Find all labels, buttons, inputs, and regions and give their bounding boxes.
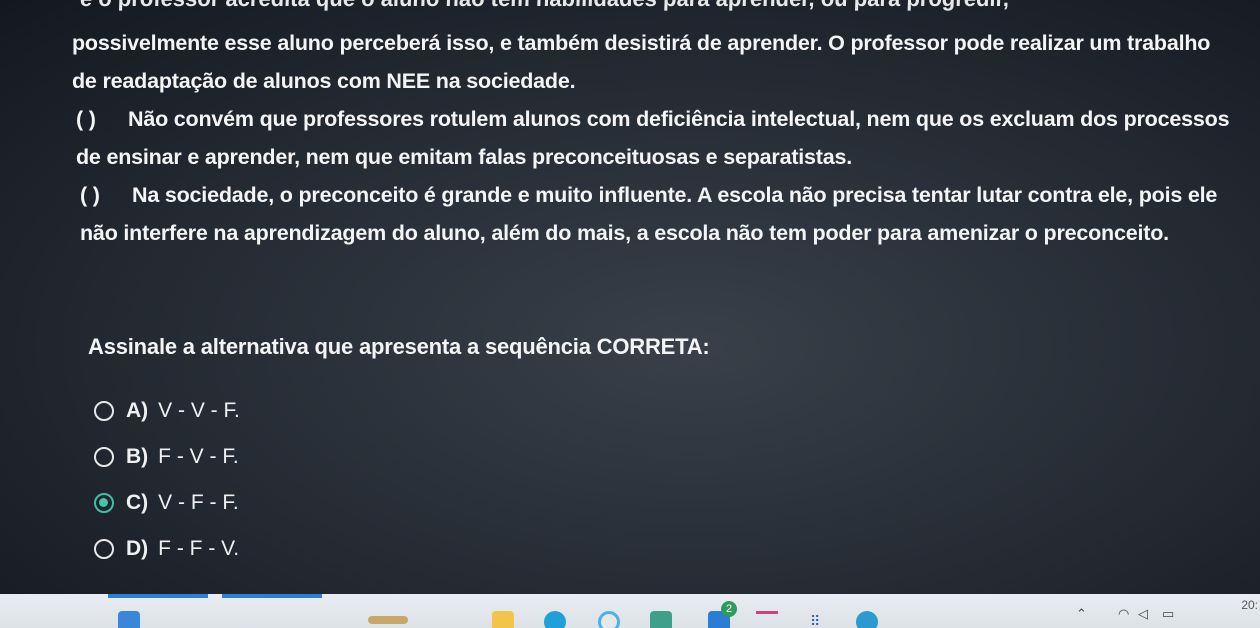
option-a[interactable]: A) V - V - F. bbox=[94, 388, 240, 434]
taskbar-window-indicator-2 bbox=[222, 594, 322, 598]
web-page-content: e o professor acredita que o aluno não t… bbox=[0, 0, 1260, 594]
mail-icon[interactable] bbox=[756, 611, 778, 628]
paragraph-partial-top: e o professor acredita que o aluno não t… bbox=[79, 0, 1250, 14]
radio-c-selected-icon[interactable] bbox=[94, 493, 114, 513]
taskbar-window-indicator bbox=[108, 594, 208, 598]
answer-blank-2[interactable]: ( ) bbox=[76, 100, 128, 138]
option-b-text: F - V - F. bbox=[158, 445, 239, 468]
widgets-icon[interactable] bbox=[118, 611, 140, 628]
dots-app-icon[interactable]: ⠿ bbox=[808, 611, 830, 628]
radio-a-icon[interactable] bbox=[94, 401, 114, 421]
option-c[interactable]: C) V - F - F. bbox=[94, 480, 240, 526]
radio-d-icon[interactable] bbox=[94, 539, 114, 559]
chevron-up-icon[interactable]: ⌃ bbox=[1076, 606, 1087, 622]
option-b[interactable]: B) F - V - F. bbox=[94, 434, 240, 480]
option-c-text: V - F - F. bbox=[158, 491, 239, 514]
radio-b-icon[interactable] bbox=[94, 447, 114, 467]
statement-3-text: Na sociedade, o preconceito é grande e m… bbox=[80, 183, 1218, 245]
statement-3: ( ) Na sociedade, o preconceito é grande … bbox=[80, 176, 1240, 252]
statement-2: ( ) Não convém que professores rotulem al… bbox=[76, 100, 1236, 176]
option-a-text: V - V - F. bbox=[158, 399, 240, 422]
edge-icon[interactable] bbox=[544, 611, 566, 628]
option-d-text: F - F - V. bbox=[158, 537, 240, 560]
file-explorer-icon[interactable] bbox=[492, 611, 514, 628]
paragraph-statement-1-end: possivelmente esse aluno perceberá isso,… bbox=[72, 31, 1211, 93]
photos-icon[interactable] bbox=[856, 611, 878, 628]
option-b-letter: B) bbox=[126, 445, 149, 468]
volume-icon[interactable]: ◁ bbox=[1138, 606, 1148, 622]
statement-2-text: Não convém que professores rotulem aluno… bbox=[76, 107, 1230, 169]
notification-badge: 2 bbox=[721, 601, 737, 617]
option-d-letter: D) bbox=[126, 537, 149, 560]
chrome-icon[interactable] bbox=[598, 611, 620, 628]
weather-icon[interactable] bbox=[368, 616, 408, 624]
wifi-icon[interactable]: ◠ bbox=[1118, 606, 1129, 622]
answer-blank-3[interactable]: ( ) bbox=[80, 176, 132, 214]
store-icon[interactable] bbox=[650, 611, 672, 628]
answer-options: A) V - V - F. B) F - V - F. C) V - F - F… bbox=[94, 388, 240, 572]
battery-icon[interactable]: ▭ bbox=[1162, 606, 1174, 622]
clock-time[interactable]: 20: bbox=[1241, 598, 1258, 612]
app-icon[interactable]: 2 bbox=[708, 601, 737, 628]
option-d[interactable]: D) F - F - V. bbox=[94, 526, 240, 572]
taskbar: 2 ⠿ ⌃ ◠ ◁ ▭ 20: bbox=[0, 594, 1260, 628]
option-a-letter: A) bbox=[126, 399, 149, 422]
option-c-letter: C) bbox=[126, 491, 149, 514]
question-prompt: Assinale a alternativa que apresenta a s… bbox=[88, 334, 710, 359]
